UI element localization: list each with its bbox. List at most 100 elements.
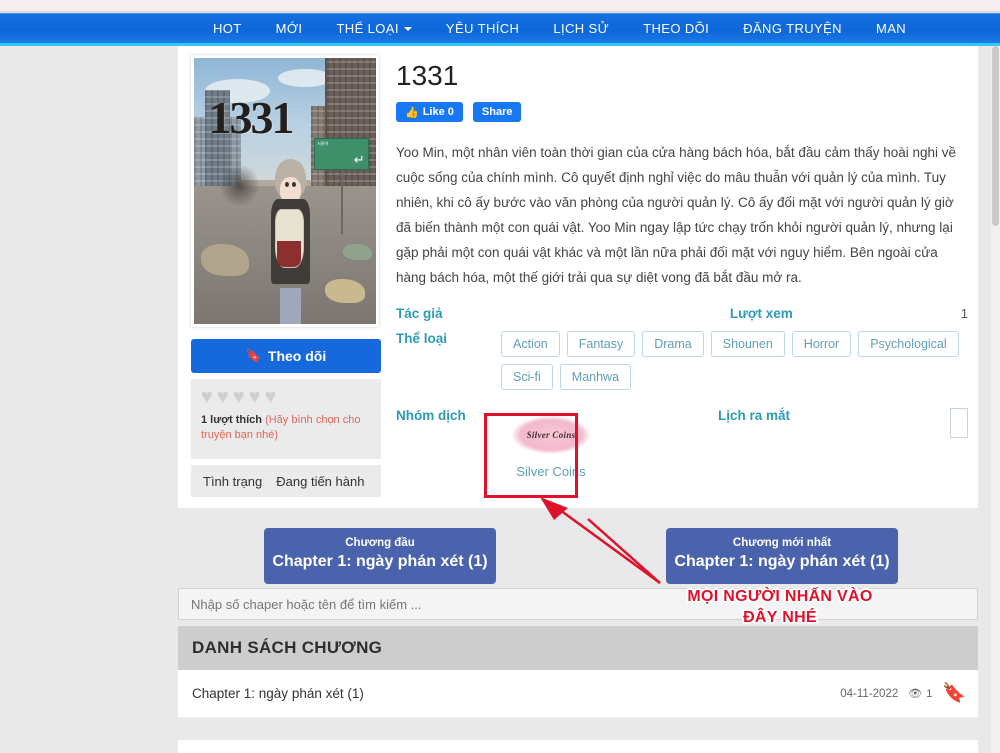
nav-item-dang-truyen[interactable]: ĐĂNG TRUYỆN [726,14,859,44]
genre-tag-horror[interactable]: Horror [792,331,851,357]
character-backpack [275,209,303,268]
genre-tag-psychological[interactable]: Psychological [858,331,958,357]
main-navigation-bar: HOT MỚI THỂ LOẠI YÊU THÍCH LỊCH SỬ THEO … [0,13,1000,43]
nav-label-dang-truyen: ĐĂNG TRUYỆN [743,21,842,36]
genre-tag-fantasy[interactable]: Fantasy [567,331,635,357]
genre-tag-drama[interactable]: Drama [642,331,704,357]
facebook-like-button[interactable]: 👍 Like 0 [396,102,463,122]
chapter-name[interactable]: Chapter 1: ngày phán xét (1) [192,686,840,701]
nav-item-hot[interactable]: HOT [196,14,259,44]
first-chapter-caption: Chương đầu [264,535,496,551]
character-backpack-lower [277,241,301,267]
status-label: Tình trạng [203,474,262,489]
genre-tag-manhwa[interactable]: Manhwa [560,364,631,390]
status-value: Đang tiến hành [276,474,364,489]
bookmark-icon[interactable]: 🔖 [942,684,966,703]
facebook-share-button[interactable]: Share [473,102,522,122]
cover-rubble [343,244,372,260]
nav-item-theo-doi[interactable]: THEO DÕI [626,14,726,44]
latest-chapter-button[interactable]: Chương mới nhất Chapter 1: ngày phán xét… [666,528,898,584]
annotation-text-line1: MỌI NGƯỜI NHẤN VÀO [655,586,905,607]
cover-pole [341,164,343,233]
nav-label-yeu-thich: YÊU THÍCH [446,21,519,36]
chapter-list-card: DANH SÁCH CHƯƠNG Chapter 1: ngày phán xé… [178,626,978,718]
annotation-text-line2: ĐÂY NHÉ [655,607,905,628]
nav-item-lich-su[interactable]: LỊCH SỬ [536,14,626,44]
eye-icon: 👁 [908,687,922,700]
arrow-left-icon: ↵ [354,153,365,166]
heart-icon[interactable]: ♥ [201,387,213,407]
nav-label-hot: HOT [213,21,242,36]
heart-rating[interactable]: ♥ ♥ ♥ ♥ ♥ [201,387,371,407]
meta-row-group: Nhóm dịch Silver Coins Silver Coins Lịch… [396,408,968,479]
genre-tag-scifi[interactable]: Sci-fi [501,364,553,390]
comic-detail-card: 서울역 ↵ 1331 [178,46,978,508]
chapter-date: 04-11-2022 [840,688,898,700]
cover-road-sign-text: 서울역 [317,141,328,146]
table-row[interactable]: Chapter 1: ngày phán xét (1) 04-11-2022 … [178,670,978,718]
cover-character [263,159,318,324]
first-chapter-button[interactable]: Chương đầu Chapter 1: ngày phán xét (1) [264,528,496,584]
latest-chapter-title: Chapter 1: ngày phán xét (1) [666,551,898,573]
heart-icon[interactable]: ♥ [233,387,245,407]
like-count-value: 1 lượt thích [201,414,262,426]
nav-item-the-loai[interactable]: THỂ LOẠI [319,14,428,44]
cover-rubble [325,279,365,303]
cover-title-text: 1331 [209,95,293,141]
annotation-text: MỌI NGƯỜI NHẤN VÀO ĐÂY NHÉ [655,586,905,628]
chapter-views-count: 1 [926,688,932,700]
translation-group-logo: Silver Coins [512,416,590,454]
nav-label-moi: MỚI [276,21,303,36]
cover-smoke [219,164,259,207]
views-group: Lượt xem 1 [501,306,968,321]
first-chapter-title: Chapter 1: ngày phán xét (1) [264,551,496,573]
chapter-views: 👁 1 [908,687,932,700]
cover-building-windows [327,58,376,196]
schedule-group: Lịch ra mắt [601,408,968,438]
scrollbar-thumb[interactable] [992,46,999,226]
author-label: Tác giả [396,306,501,321]
comic-description: Yoo Min, một nhân viên toàn thời gian củ… [396,140,968,290]
genre-tag-action[interactable]: Action [501,331,560,357]
nav-item-manga[interactable]: MAN [859,14,923,44]
heart-icon[interactable]: ♥ [249,387,261,407]
like-count-text: 1 lượt thích (Hãy bình chọn cho truyện b… [201,413,371,443]
nav-item-moi[interactable]: MỚI [259,14,320,44]
facebook-like-label: Like 0 [423,106,454,118]
genre-label: Thể loại [396,331,501,346]
comic-cover-frame[interactable]: 서울역 ↵ 1331 [191,55,379,327]
cover-road-sign: 서울역 ↵ [314,138,369,170]
status-box: Tình trạng Đang tiến hành [191,465,381,497]
facebook-share-label: Share [482,106,513,118]
translation-group-name[interactable]: Silver Coins [501,464,601,479]
views-value: 1 [961,306,968,321]
bookmark-icon: 🔖 [246,348,262,364]
translation-group-label: Nhóm dịch [396,408,501,423]
latest-chapter-caption: Chương mới nhất [666,535,898,551]
next-section-card [178,740,978,753]
views-label: Lượt xem [730,306,793,321]
heart-icon[interactable]: ♥ [265,387,277,407]
meta-row-genres: Thể loại Action Fantasy Drama Shounen Ho… [396,331,968,390]
like-rating-box: ♥ ♥ ♥ ♥ ♥ 1 lượt thích (Hãy bình chọn ch… [191,379,381,459]
translation-group-logo-text: Silver Coins [527,430,576,440]
comic-info-column: 1331 👍 Like 0 Share Yoo Min, một nhân vi… [396,54,968,485]
social-buttons: 👍 Like 0 Share [396,102,968,122]
nav-item-yeu-thich[interactable]: YÊU THÍCH [429,14,536,44]
chevron-down-icon [404,27,412,31]
nav-label-the-loai: THỂ LOẠI [336,21,398,36]
page-scrollbar[interactable] [991,46,1000,753]
follow-button-label: Theo dõi [268,348,326,364]
heart-icon[interactable]: ♥ [217,387,229,407]
browser-top-strip [0,0,1000,12]
follow-button[interactable]: 🔖 Theo dõi [191,339,381,373]
genre-tag-shounen[interactable]: Shounen [711,331,785,357]
character-eye [292,182,296,187]
nav-label-lich-su: LỊCH SỬ [553,21,609,36]
comic-cover-image: 서울역 ↵ 1331 [194,58,376,324]
chapter-list-header: DANH SÁCH CHƯƠNG [178,626,978,670]
translation-group-box[interactable]: Silver Coins Silver Coins [501,408,601,479]
nav-label-manga: MAN [876,21,906,36]
schedule-value-box [950,408,968,438]
cover-building [325,58,376,196]
